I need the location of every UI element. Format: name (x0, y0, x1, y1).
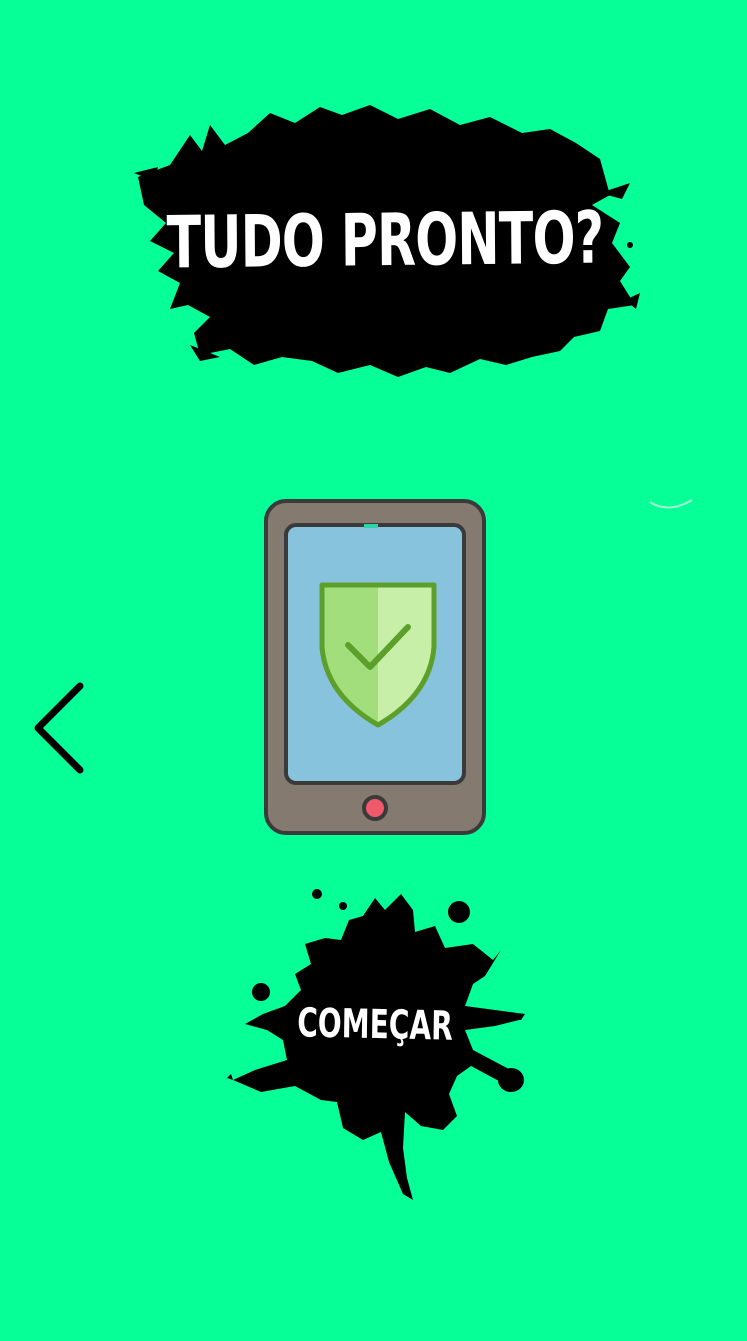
back-button[interactable] (22, 672, 94, 784)
start-button-label[interactable]: COMEÇAR (281, 998, 469, 1052)
phone-shield-check-icon (264, 499, 486, 835)
chevron-left-icon (34, 682, 84, 774)
page-title: TUDO PRONTO? (166, 195, 604, 285)
sparkle-mark (649, 499, 693, 509)
